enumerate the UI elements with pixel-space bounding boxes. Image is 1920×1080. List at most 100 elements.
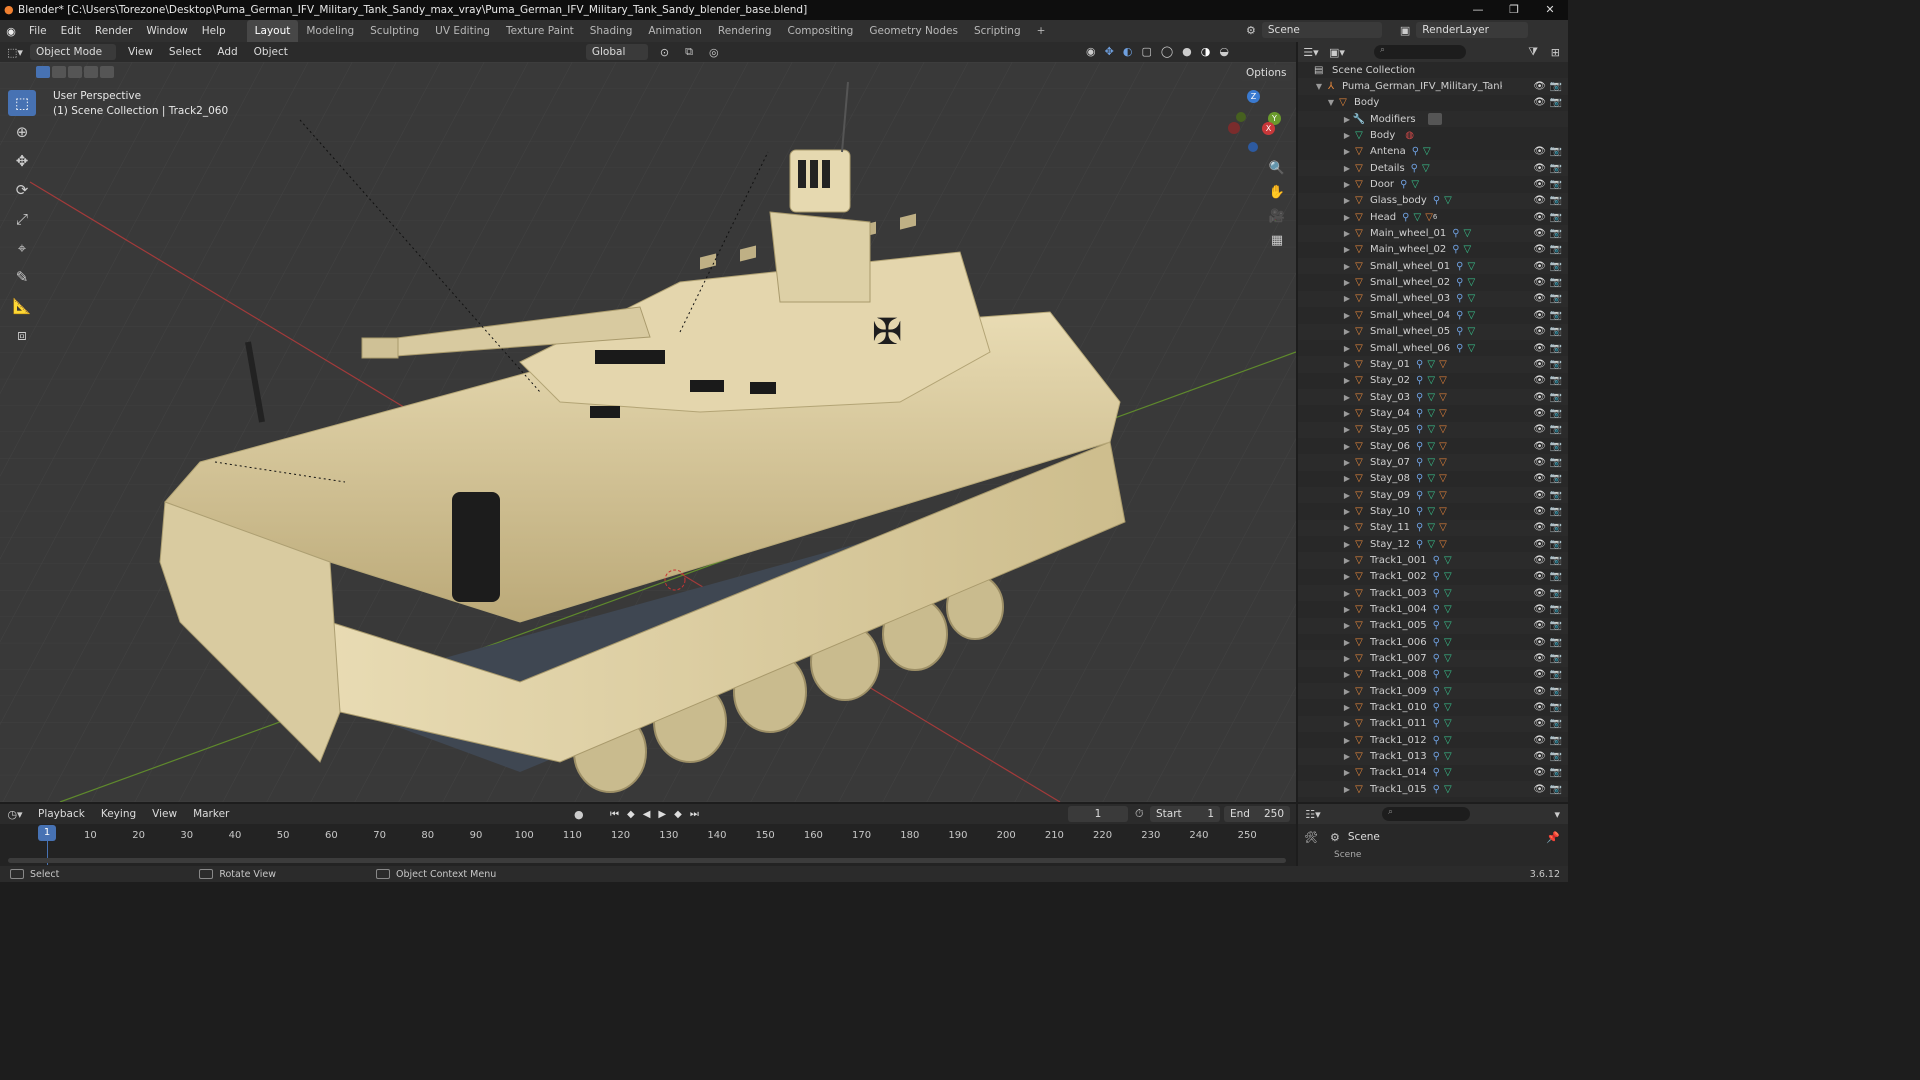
visibility-eye-icon[interactable]: 👁 (1533, 473, 1546, 484)
outliner-object-row[interactable]: ▶ ▽ Track1_006 ⚲ ▽ 👁 📷 (1298, 634, 1568, 650)
wireframe-shading-icon[interactable]: ◯ (1161, 45, 1173, 58)
gizmo-z-axis[interactable]: Z (1247, 90, 1260, 103)
tab-scripting[interactable]: Scripting (966, 20, 1029, 42)
pivot-icon[interactable]: ⊙ (660, 46, 669, 59)
collapse-icon[interactable]: ▶ (1342, 621, 1352, 630)
tab-modeling[interactable]: Modeling (298, 20, 362, 42)
body-mesh-row[interactable]: ▶ ▽ Body ◍ (1298, 127, 1568, 143)
outliner-object-row[interactable]: ▶ ▽ Stay_12 ⚲ ▽ ▽ 👁 📷 (1298, 536, 1568, 552)
play-icon[interactable]: ▶ (658, 809, 666, 820)
proportional-edit-icon[interactable]: ◎ (709, 46, 719, 59)
render-camera-icon[interactable]: 📷 (1550, 686, 1562, 697)
record-icon[interactable]: ● (574, 808, 584, 821)
blender-menu-icon[interactable]: ◉ (0, 25, 22, 38)
outliner-object-row[interactable]: ▶ ▽ Small_wheel_03 ⚲ ▽ 👁 📷 (1298, 290, 1568, 308)
tab-geometry-nodes[interactable]: Geometry Nodes (861, 20, 966, 42)
collapse-icon[interactable]: ▶ (1342, 164, 1352, 173)
select-box-tool-icon[interactable]: ⬚ (8, 90, 36, 116)
collapse-icon[interactable]: ▶ (1342, 229, 1352, 238)
render-camera-icon[interactable]: 📷 (1550, 277, 1562, 288)
menu-view[interactable]: View (120, 46, 161, 58)
visibility-eye-icon[interactable]: 👁 (1533, 767, 1546, 778)
render-camera-icon[interactable]: 📷 (1550, 326, 1562, 337)
visibility-eye-icon[interactable]: 👁 (1533, 571, 1546, 582)
visibility-eye-icon[interactable]: 👁 (1533, 163, 1546, 174)
gizmo-neg-z[interactable] (1248, 142, 1258, 152)
visibility-eye-icon[interactable]: 👁 (1533, 310, 1546, 321)
solid-shading-icon[interactable]: ● (1182, 45, 1192, 58)
render-camera-icon[interactable]: 📷 (1550, 81, 1562, 92)
gizmo-neg-y[interactable] (1236, 112, 1246, 122)
render-camera-icon[interactable]: 📷 (1550, 718, 1562, 729)
visibility-eye-icon[interactable]: 👁 (1533, 359, 1546, 370)
render-camera-icon[interactable]: 📷 (1550, 359, 1562, 370)
outliner-object-row[interactable]: ▶ ▽ Track1_011 ⚲ ▽ 👁 📷 (1298, 715, 1568, 733)
menu-help[interactable]: Help (195, 20, 233, 42)
visibility-eye-icon[interactable]: 👁 (1533, 97, 1546, 108)
collapse-icon[interactable]: ▶ (1342, 474, 1352, 483)
scene-subpanel-label[interactable]: Scene (1334, 850, 1568, 862)
collapse-icon[interactable]: ▶ (1342, 638, 1352, 647)
render-camera-icon[interactable]: 📷 (1550, 228, 1562, 239)
end-frame-field[interactable]: End 250 (1224, 806, 1290, 822)
frame-ruler[interactable]: 1102030405060708090100110120130140150160… (0, 826, 1296, 844)
gizmo-neg-x[interactable] (1228, 122, 1240, 134)
outliner-object-row[interactable]: ▶ ▽ Track1_004 ⚲ ▽ 👁 📷 (1298, 601, 1568, 617)
menu-render[interactable]: Render (88, 20, 139, 42)
outliner-object-row[interactable]: ▶ ▽ Door ⚲ ▽ 👁 📷 (1298, 176, 1568, 192)
outliner-object-row[interactable]: ▶ ▽ Track1_001 ⚲ ▽ 👁 📷 (1298, 552, 1568, 569)
move-tool-icon[interactable]: ✥ (8, 148, 36, 174)
outliner-object-row[interactable]: ▶ ▽ Track1_010 ⚲ ▽ 👁 📷 (1298, 699, 1568, 715)
render-camera-icon[interactable]: 📷 (1550, 473, 1562, 484)
properties-editor-icon[interactable]: ☷▾ (1298, 808, 1328, 821)
gizmo-toggle-icon[interactable]: ✥ (1105, 45, 1114, 58)
collapse-icon[interactable]: ▶ (1342, 213, 1352, 222)
collapse-icon[interactable]: ▶ (1342, 425, 1352, 434)
outliner-object-row[interactable]: ▶ ▽ Track1_003 ⚲ ▽ 👁 📷 (1298, 585, 1568, 602)
menu-object[interactable]: Object (246, 46, 296, 58)
outliner-object-row[interactable]: ▶ ▽ Glass_body ⚲ ▽ 👁 📷 (1298, 192, 1568, 210)
menu-select[interactable]: Select (161, 46, 209, 58)
visibility-eye-icon[interactable]: 👁 (1533, 343, 1546, 354)
editor-type-icon[interactable]: ⬚▾ (0, 46, 30, 59)
jump-start-icon[interactable]: ⏮ (610, 809, 619, 820)
render-camera-icon[interactable]: 📷 (1550, 424, 1562, 435)
zoom-icon[interactable]: 🔍 (1266, 158, 1288, 180)
render-camera-icon[interactable]: 📷 (1550, 343, 1562, 354)
rendered-shading-icon[interactable]: ◒ (1219, 45, 1229, 58)
visibility-eye-icon[interactable]: 👁 (1533, 293, 1546, 304)
render-camera-icon[interactable]: 📷 (1550, 310, 1562, 321)
render-camera-icon[interactable]: 📷 (1550, 506, 1562, 517)
select-mode-buttons[interactable] (36, 66, 114, 78)
outliner-search-input[interactable]: ⌕ (1374, 45, 1466, 59)
visibility-eye-icon[interactable]: 👁 (1533, 326, 1546, 337)
collapse-icon[interactable]: ▶ (1342, 572, 1352, 581)
outliner-object-row[interactable]: ▶ ▽ Stay_03 ⚲ ▽ ▽ 👁 📷 (1298, 388, 1568, 406)
overlay-toggle-icon[interactable]: ◐ (1123, 45, 1133, 58)
visibility-eye-icon[interactable]: 👁 (1533, 375, 1546, 386)
pin-icon[interactable]: 📌 (1546, 831, 1560, 844)
material-shading-icon[interactable]: ◑ (1201, 45, 1211, 58)
render-camera-icon[interactable]: 📷 (1550, 653, 1562, 664)
menu-window[interactable]: Window (139, 20, 194, 42)
snap-icon[interactable]: ⧉ (685, 45, 693, 59)
outliner-object-row[interactable]: ▶ ▽ Head ⚲ ▽ ▽ 6 👁 📷 (1298, 209, 1568, 225)
add-workspace-icon[interactable]: + (1029, 20, 1054, 42)
camera-view-icon[interactable]: 🎥 (1266, 206, 1288, 228)
tab-compositing[interactable]: Compositing (780, 20, 862, 42)
outliner-object-row[interactable]: ▶ ▽ Track1_005 ⚲ ▽ 👁 📷 (1298, 617, 1568, 635)
scene-collection-row[interactable]: ▤ Scene Collection (1298, 62, 1568, 78)
outliner-object-row[interactable]: ▶ ▽ Track1_014 ⚲ ▽ 👁 📷 (1298, 765, 1568, 781)
play-reverse-icon[interactable]: ◀ (643, 809, 651, 820)
annotate-tool-icon[interactable]: ✎ (8, 264, 36, 290)
body-row[interactable]: ▼ ▽ Body 👁 📷 (1298, 95, 1568, 111)
current-frame-field[interactable]: 1 (1068, 806, 1128, 822)
render-camera-icon[interactable]: 📷 (1550, 163, 1562, 174)
display-mode-icon[interactable]: ▣▾ (1324, 46, 1350, 59)
visibility-icon[interactable]: ◉ (1086, 45, 1096, 58)
render-camera-icon[interactable]: 📷 (1550, 571, 1562, 582)
render-camera-icon[interactable]: 📷 (1550, 620, 1562, 631)
outliner-object-row[interactable]: ▶ ▽ Track1_015 ⚲ ▽ 👁 📷 (1298, 781, 1568, 798)
transform-orientation-dropdown[interactable]: Global (585, 44, 648, 60)
outliner-object-row[interactable]: ▶ ▽ Small_wheel_06 ⚲ ▽ 👁 📷 (1298, 340, 1568, 356)
